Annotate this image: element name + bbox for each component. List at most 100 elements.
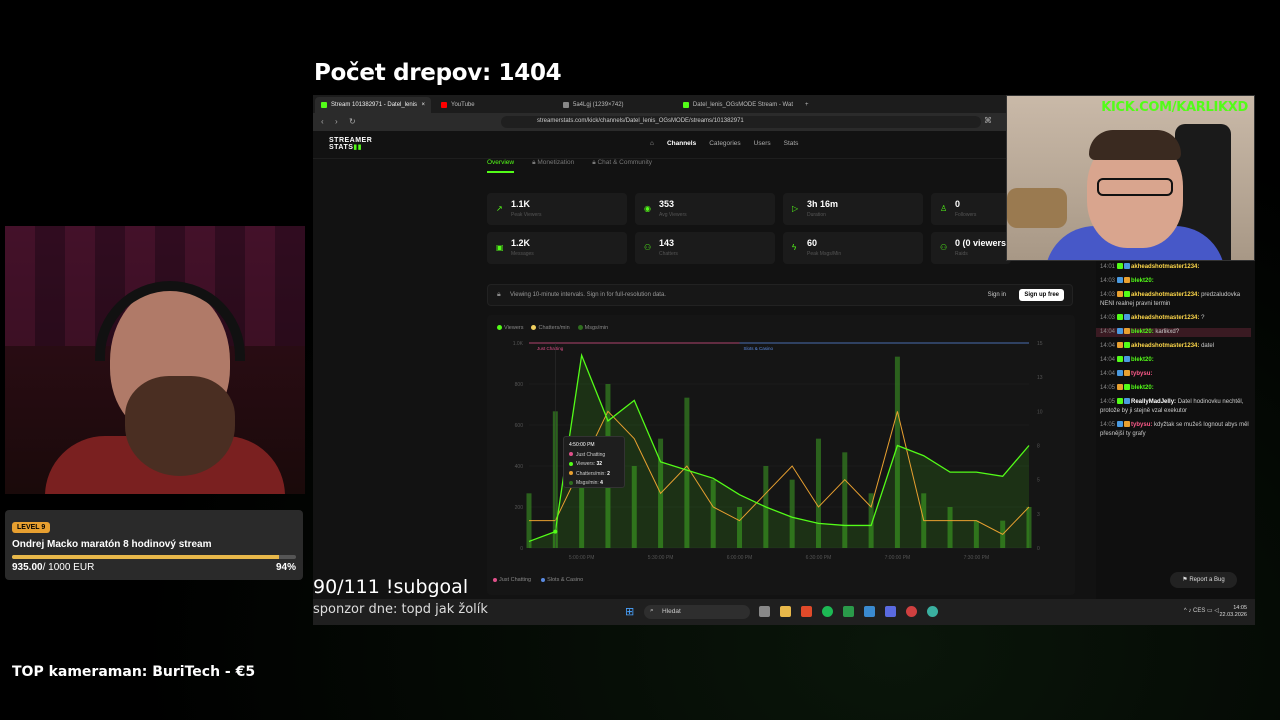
stat-value: 3h 16m (807, 199, 839, 209)
report-bug-button[interactable]: ⚑ Report a Bug (1170, 572, 1237, 588)
tab-monetization[interactable]: 🔒︎ Monetization (532, 159, 574, 173)
nav-categories[interactable]: Categories (709, 140, 740, 147)
taskbar-search[interactable]: ⌕ Hledat (644, 605, 750, 619)
chrome-icon[interactable] (906, 606, 917, 617)
close-icon[interactable]: × (421, 102, 425, 108)
nav-users[interactable]: Users (754, 140, 771, 147)
forward-icon[interactable]: › (335, 117, 338, 126)
x-tick-label: 5:00:00 PM (569, 555, 595, 561)
y-right-tick-label: 5 (1037, 478, 1040, 484)
chat-username[interactable]: blekt20: (1131, 278, 1154, 284)
chat-username[interactable]: akheadshotmaster1234: (1131, 264, 1199, 270)
url-input[interactable]: streamerstats.com/kick/channels/Datel_le… (501, 116, 981, 128)
tab-watch[interactable]: Datel_lenis_OGsMODE Stream - Wat (677, 97, 799, 113)
back-icon[interactable]: ‹ (321, 117, 324, 126)
chat-username[interactable]: akheadshotmaster1234: (1131, 343, 1199, 349)
chat-badge-icon (1117, 342, 1124, 349)
chat-username[interactable]: tybysu: (1131, 422, 1152, 428)
y-right-tick-label: 8 (1037, 444, 1040, 450)
chat-time: 14:03 (1100, 278, 1116, 284)
chat-message: 14:05 blekt20: (1100, 384, 1251, 393)
nav-channels[interactable]: Channels (667, 140, 696, 147)
tab-image[interactable]: 5a4Lgj (1239×742) (557, 97, 677, 113)
resolution-notice: 🔒︎ Viewing 10-minute intervals. Sign in … (487, 284, 1073, 306)
search-icon: ⌕ (650, 607, 654, 614)
stat-followers: ♙ 0 Followers (931, 193, 1011, 225)
excel-icon[interactable] (843, 606, 854, 617)
chat-message: 14:05 ReallyMadJelly: Datel hodinovku nec… (1100, 398, 1251, 416)
discord-icon[interactable] (885, 606, 896, 617)
sign-up-button[interactable]: Sign up free (1019, 289, 1064, 301)
logo-bottom: STATS (329, 144, 354, 151)
tab-label: Monetization (537, 159, 575, 166)
chat-badge-icon (1124, 277, 1131, 284)
trend-icon: ↗ (496, 204, 503, 213)
chat-time: 14:03 (1100, 315, 1116, 321)
notice-text: Viewing 10-minute intervals. Sign in for… (510, 292, 666, 298)
stat-label: Messages (511, 251, 534, 257)
chat-username[interactable]: tybysu: (1131, 371, 1152, 377)
explorer-icon[interactable] (780, 606, 791, 617)
chat-badge-icon (1117, 370, 1124, 377)
streamerstats-logo[interactable]: STREAMER STATS▮▮ (329, 137, 372, 151)
streamer-beard (125, 376, 235, 476)
goal-progress-bar (12, 555, 296, 559)
chat-time: 14:05 (1100, 422, 1116, 428)
tooltip-label: Msgs/min: (576, 480, 599, 486)
new-tab-button[interactable]: + (799, 97, 813, 113)
tab-stream[interactable]: Stream 101382971 - Datel_lenis × (315, 97, 431, 113)
tab-youtube[interactable]: YouTube (435, 97, 555, 113)
chat-username[interactable]: akheadshotmaster1234: (1131, 315, 1199, 321)
reload-icon[interactable]: ↻ (349, 117, 356, 126)
chat-badge-icon (1117, 314, 1124, 321)
streamer-webcam-left (5, 226, 305, 494)
chat-message: 14:03 akheadshotmaster1234: predzaludovka… (1100, 291, 1251, 309)
stat-label: Peak Msgs/Min (807, 251, 842, 257)
stat-chatters: ⚇ 143 Chatters (635, 232, 775, 264)
kick-icon (321, 102, 327, 108)
chat-badge-icon (1124, 328, 1131, 335)
system-tray[interactable]: ^ ♪ CES ▭ ◁ (1184, 607, 1219, 614)
play-icon: ▷ (792, 204, 799, 213)
chat-message: 14:04 akheadshotmaster1234: datel (1100, 342, 1251, 351)
home-icon[interactable]: ⌂ (650, 140, 654, 147)
windows-start-icon[interactable]: ⊞ (625, 606, 637, 618)
chat-text: ? (1201, 315, 1205, 321)
nav-stats[interactable]: Stats (784, 140, 799, 147)
app-icon[interactable] (927, 606, 938, 617)
users-icon: ⚇ (644, 243, 652, 252)
logo-bars-icon: ▮▮ (353, 144, 363, 151)
taskview-icon[interactable] (759, 606, 770, 617)
stream-subtabs: Overview 🔒︎ Monetization 🔒︎ Chat & Commu… (487, 159, 652, 173)
goal-amount: 935.00/ 1000 EUR (12, 562, 94, 573)
chat-badge-icon (1117, 263, 1124, 270)
tab-overview[interactable]: Overview (487, 159, 515, 173)
stat-value: 60 (807, 238, 818, 248)
chat-username[interactable]: ReallyMadJelly: (1131, 399, 1176, 405)
edge-icon[interactable] (864, 606, 875, 617)
chat-username[interactable]: akheadshotmaster1234: (1131, 292, 1199, 298)
goal-title: Ondrej Macko maratón 8 hodinový stream (12, 539, 212, 550)
chat-badge-icon (1124, 370, 1131, 377)
spotify-icon[interactable] (822, 606, 833, 617)
volume-icon: ◁ (1214, 608, 1219, 614)
translate-icon[interactable]: ⌘ (984, 116, 992, 125)
chat-message: 14:04 blekt20: (1100, 356, 1251, 365)
chat-username[interactable]: blekt20: (1131, 385, 1154, 391)
brave-icon[interactable] (801, 606, 812, 617)
chat-time: 14:04 (1100, 343, 1116, 349)
chat-icon: ▣ (496, 243, 504, 252)
tooltip-chatters: Chatters/min: 2 (569, 470, 619, 480)
user-plus-icon: ♙ (940, 204, 948, 213)
stat-value: 353 (659, 199, 675, 209)
stat-label: Avg Viewers (659, 212, 687, 218)
stat-value: 1.1K (511, 199, 531, 209)
chat-username[interactable]: blekt20: (1131, 357, 1154, 363)
y-right-tick-label: 10 (1037, 409, 1043, 415)
legend-label: Slots & Casino (547, 577, 584, 583)
y-tick-label: 800 (515, 382, 524, 388)
chat-username[interactable]: blekt20: (1131, 329, 1154, 335)
taskbar-clock[interactable]: 14:05 22.03.2026 (1219, 605, 1247, 619)
sign-in-link[interactable]: Sign in (988, 292, 1006, 298)
tab-chat-community[interactable]: 🔒︎ Chat & Community (592, 159, 652, 173)
